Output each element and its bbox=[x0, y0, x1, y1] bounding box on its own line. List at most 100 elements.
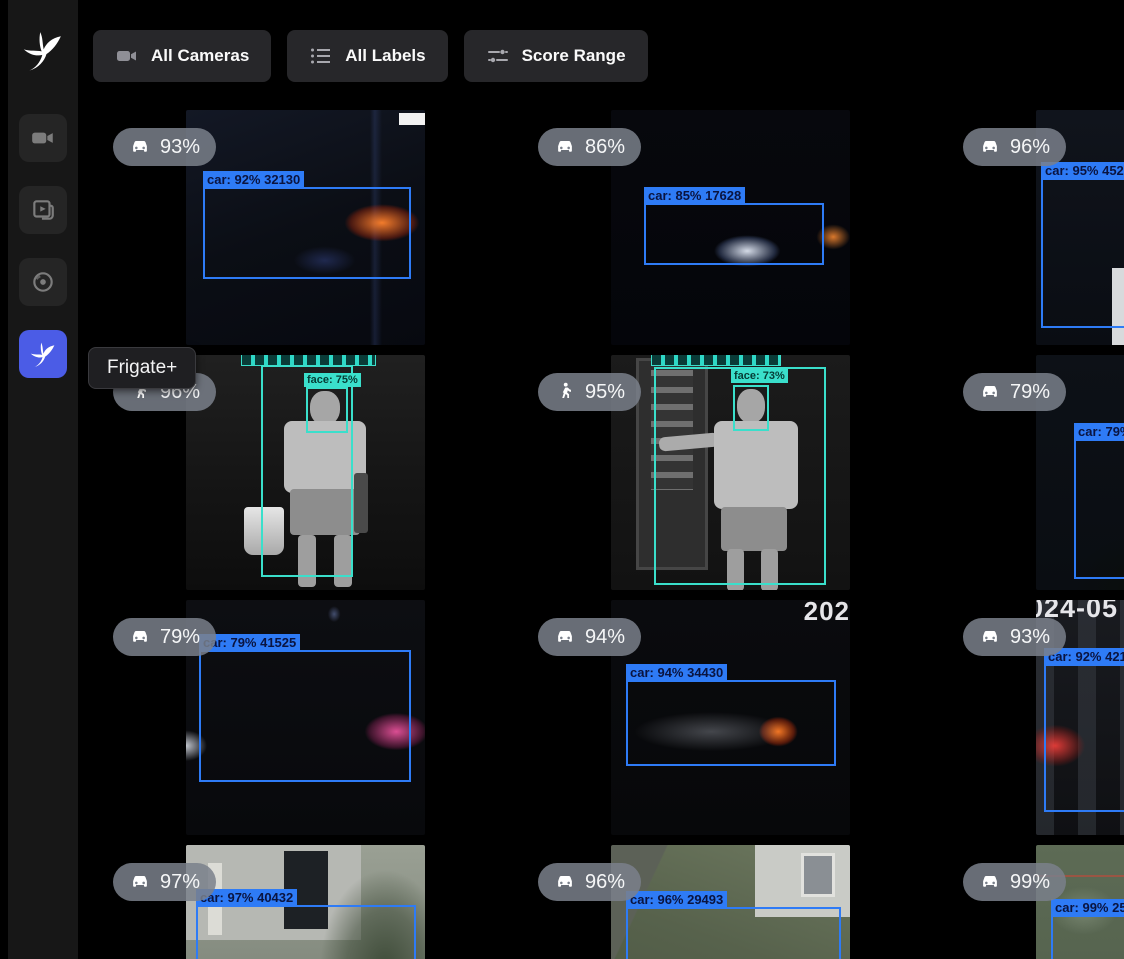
thumbnail-image[interactable]: car: 92% 32130 bbox=[186, 110, 425, 345]
all-labels-label: All Labels bbox=[345, 46, 425, 66]
frigate-plus-tooltip: Frigate+ bbox=[88, 347, 196, 389]
face-bounding-box bbox=[733, 385, 769, 431]
export-icon bbox=[30, 269, 56, 295]
thumbnail-image[interactable]: 202 car: 94% 34430 bbox=[611, 600, 850, 835]
score-badge: 96% bbox=[538, 863, 641, 901]
car-icon bbox=[979, 871, 1001, 893]
score-badge: 99% bbox=[963, 863, 1066, 901]
badge-score: 96% bbox=[1010, 136, 1050, 159]
bbox-label: car: 99% 25 bbox=[1051, 899, 1124, 917]
thumbnail-image[interactable]: car: 79% 41525 bbox=[186, 600, 425, 835]
score-badge: 93% bbox=[113, 128, 216, 166]
detection-card[interactable]: car: 96% 29493 96% bbox=[518, 845, 943, 959]
review-icon bbox=[30, 197, 56, 223]
detection-card[interactable]: 024-05 car: 92% 4218 93% bbox=[943, 600, 1124, 835]
sidebar-nav bbox=[19, 114, 67, 378]
all-labels-button[interactable]: All Labels bbox=[287, 30, 447, 82]
frigate-logo bbox=[19, 26, 67, 74]
list-icon bbox=[309, 44, 333, 68]
sliders-icon bbox=[486, 44, 510, 68]
car-icon bbox=[129, 136, 151, 158]
badge-score: 86% bbox=[585, 136, 625, 159]
bounding-box: car: 79% 41525 bbox=[199, 650, 411, 782]
detection-card[interactable]: car: 95% 45260 96% bbox=[943, 110, 1124, 345]
sidebar-item-export[interactable] bbox=[19, 258, 67, 306]
badge-score: 96% bbox=[585, 871, 625, 894]
bounding-box: car: 79% bbox=[1074, 439, 1124, 579]
all-cameras-button[interactable]: All Cameras bbox=[93, 30, 271, 82]
detections-grid: car: 92% 32130 93% car: 85% 17628 86% bbox=[78, 110, 1124, 959]
score-badge: 96% bbox=[963, 128, 1066, 166]
camera-icon bbox=[115, 44, 139, 68]
badge-score: 93% bbox=[1010, 626, 1050, 649]
detection-card[interactable]: car: 99% 25 99% bbox=[943, 845, 1124, 959]
face-label: face: 75% bbox=[304, 373, 361, 387]
bounding-box: car: 99% 25 bbox=[1051, 915, 1124, 959]
car-icon bbox=[554, 136, 576, 158]
camera-icon bbox=[30, 125, 56, 151]
thumbnail-image[interactable]: car: 96% 29493 bbox=[611, 845, 850, 959]
sidebar-item-live[interactable] bbox=[19, 114, 67, 162]
score-range-label: Score Range bbox=[522, 46, 626, 66]
main-content: All Cameras All Labels Score Range bbox=[78, 0, 1124, 959]
thumbnail-image[interactable]: car: 85% 17628 bbox=[611, 110, 850, 345]
car-icon bbox=[979, 626, 1001, 648]
bbox-label: car: 85% 17628 bbox=[644, 187, 745, 205]
detection-card[interactable]: car: 85% 17628 86% bbox=[518, 110, 943, 345]
house-window bbox=[801, 853, 835, 897]
detection-card[interactable]: 202 car: 94% 34430 94% bbox=[518, 600, 943, 835]
detection-card[interactable]: car: 97% 40432 97% bbox=[93, 845, 518, 959]
bbox-label: car: 92% 32130 bbox=[203, 171, 304, 189]
clipped-label bbox=[651, 355, 781, 366]
car-icon bbox=[979, 136, 1001, 158]
thumbnail-image[interactable]: face: 73% bbox=[611, 355, 850, 590]
all-cameras-label: All Cameras bbox=[151, 46, 249, 66]
badge-score: 99% bbox=[1010, 871, 1050, 894]
car-icon bbox=[129, 626, 151, 648]
bounding-box: car: 97% 40432 bbox=[196, 905, 416, 959]
score-range-button[interactable]: Score Range bbox=[464, 30, 648, 82]
frigate-bird-icon bbox=[21, 28, 65, 72]
overexposed-area bbox=[399, 113, 425, 125]
sidebar-item-frigate-plus[interactable] bbox=[19, 330, 67, 378]
score-badge: 95% bbox=[538, 373, 641, 411]
camera-timestamp: 202 bbox=[804, 600, 850, 627]
badge-score: 79% bbox=[1010, 381, 1050, 404]
car-icon bbox=[554, 871, 576, 893]
score-badge: 93% bbox=[963, 618, 1066, 656]
sidebar-item-review[interactable] bbox=[19, 186, 67, 234]
bounding-box: car: 95% 45260 bbox=[1041, 178, 1124, 328]
car-icon bbox=[554, 626, 576, 648]
thumbnail-image[interactable]: car: 99% 25 bbox=[1036, 845, 1124, 959]
bbox-label: car: 79% bbox=[1074, 423, 1124, 441]
detection-card[interactable]: car: 79% 41525 79% bbox=[93, 600, 518, 835]
bounding-box: car: 92% 32130 bbox=[203, 187, 411, 279]
bounding-box: car: 92% 4218 bbox=[1044, 664, 1124, 812]
score-badge: 94% bbox=[538, 618, 641, 656]
held-object bbox=[354, 473, 368, 533]
badge-score: 95% bbox=[585, 381, 625, 404]
face-bounding-box bbox=[306, 387, 348, 433]
badge-score: 79% bbox=[160, 626, 200, 649]
detection-card[interactable]: face: 73% 95% bbox=[518, 355, 943, 590]
detection-card[interactable]: car: 79% 79% bbox=[943, 355, 1124, 590]
bounding-box: car: 96% 29493 bbox=[626, 907, 841, 959]
bbox-label: car: 96% 29493 bbox=[626, 891, 727, 909]
score-badge: 86% bbox=[538, 128, 641, 166]
score-badge: 97% bbox=[113, 863, 216, 901]
score-badge: 79% bbox=[963, 373, 1066, 411]
bbox-label: car: 94% 34430 bbox=[626, 664, 727, 682]
clipped-label bbox=[241, 355, 376, 366]
badge-score: 97% bbox=[160, 871, 200, 894]
filter-toolbar: All Cameras All Labels Score Range bbox=[78, 0, 1124, 82]
thumbnail-image[interactable]: car: 97% 40432 bbox=[186, 845, 425, 959]
badge-score: 93% bbox=[160, 136, 200, 159]
score-badge: 79% bbox=[113, 618, 216, 656]
badge-score: 94% bbox=[585, 626, 625, 649]
car-icon bbox=[129, 871, 151, 893]
car-icon bbox=[979, 381, 1001, 403]
detection-card[interactable]: face: 75% 96% bbox=[93, 355, 518, 590]
detection-card[interactable]: car: 92% 32130 93% bbox=[93, 110, 518, 345]
person-icon bbox=[554, 381, 576, 403]
thumbnail-image[interactable]: face: 75% bbox=[186, 355, 425, 590]
